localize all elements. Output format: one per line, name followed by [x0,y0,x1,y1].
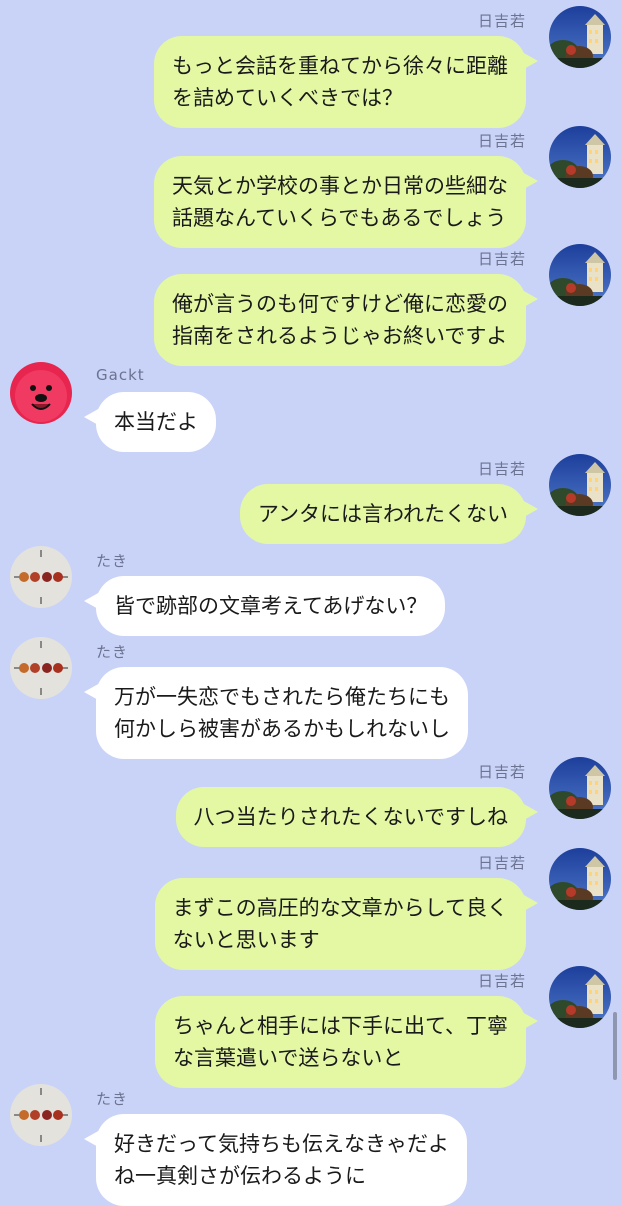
sender-name: 日吉若 [477,972,526,990]
message-bubble[interactable]: アンタには言われたくない [239,484,539,544]
fruit-clock-avatar[interactable] [10,546,72,608]
chat-thread[interactable]: 日吉若 もっと会話を重ねてから徐々に距離 を詰めていくべきでは？ 日吉若 天気と… [0,0,621,1206]
message-bubble[interactable]: 八つ当たりされたくないですしね [175,787,539,847]
message-bubble[interactable]: 俺が言うのも何ですけど俺に恋愛の 指南をされるようじゃお終いですよ [154,274,538,366]
night-building-avatar[interactable] [549,966,611,1028]
sender-name: 日吉若 [477,854,526,872]
night-building-avatar[interactable] [549,757,611,819]
night-building-avatar[interactable] [549,126,611,188]
night-building-avatar[interactable] [549,244,611,306]
message-text: 俺が言うのも何ですけど俺に恋愛の [172,292,508,316]
night-building-avatar[interactable] [549,6,611,68]
message-bubble[interactable]: 好きだって気持ちも伝えなきゃだよ ね一真剣さが伝わるように [84,1114,467,1206]
message-text: ないと思います [172,928,320,952]
sender-name: たき [96,1090,129,1108]
sender-name: 日吉若 [477,132,526,150]
message-bubble[interactable]: 万が一失恋でもされたら俺たちにも 何かしら被害があるかもしれないし [84,667,468,759]
message-text: 指南をされるようじゃお終いですよ [172,324,508,348]
message-text: 天気とか学校の事とか日常の些細な [172,174,508,198]
message-text: 皆で跡部の文章考えてあげない？ [114,594,428,618]
fruit-clock-avatar[interactable] [10,637,72,699]
message-bubble[interactable]: 天気とか学校の事とか日常の些細な 話題なんていくらでもあるでしょう [154,156,538,248]
sender-name: たき [96,552,129,570]
message-bubble[interactable]: もっと会話を重ねてから徐々に距離 を詰めていくべきでは？ [154,36,538,128]
message-text: もっと会話を重ねてから徐々に距離 [172,54,508,78]
sender-name: 日吉若 [477,250,526,268]
sender-name: 日吉若 [477,12,526,30]
message-text: ね一真剣さが伝わるように [114,1164,366,1188]
message-text: 本当だよ [114,410,198,434]
sender-name: 日吉若 [477,763,526,781]
sender-name: 日吉若 [477,460,526,478]
red-mascot-avatar[interactable] [10,362,72,424]
message-text: 話題なんていくらでもあるでしょう [172,206,507,230]
message-text: 好きだって気持ちも伝えなきゃだよ [114,1132,449,1156]
message-text: を詰めていくべきでは？ [172,86,403,110]
sender-name: Gackt [96,366,145,384]
message-text: 万が一失恋でもされたら俺たちにも [114,685,450,709]
message-text: アンタには言われたくない [257,502,508,526]
fruit-clock-avatar[interactable] [10,1084,72,1146]
message-bubble[interactable]: 皆で跡部の文章考えてあげない？ [83,576,446,636]
message-bubble[interactable]: 本当だよ [84,392,216,452]
message-text: まずこの高圧的な文章からして良く [172,896,508,920]
night-building-avatar[interactable] [549,848,611,910]
night-building-avatar[interactable] [549,454,611,516]
sender-name: たき [96,643,129,661]
message-text: 何かしら被害があるかもしれないし [114,717,450,741]
message-text: ちゃんと相手には下手に出て、丁寧 [173,1014,508,1038]
message-text: 八つ当たりされたくないですしね [193,805,508,829]
message-text: な言葉遣いで送らないと [173,1046,404,1070]
scrollbar[interactable] [613,1012,617,1080]
message-bubble[interactable]: まずこの高圧的な文章からして良く ないと思います [154,878,539,970]
message-bubble[interactable]: ちゃんと相手には下手に出て、丁寧 な言葉遣いで送らないと [155,996,538,1088]
